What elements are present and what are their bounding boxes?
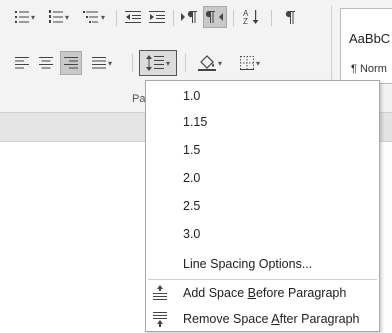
toolbar-divider [132,54,133,72]
align-right-icon [64,57,78,69]
option-label: 3.0 [183,227,201,241]
sort-button[interactable]: AZ [240,6,264,28]
line-spacing-option-2-5[interactable]: 2.5 [146,193,379,219]
style-sample: AaBbC [349,31,391,46]
svg-text:Z: Z [243,17,248,25]
borders-icon [239,56,254,70]
shading-button[interactable]: ▾ [192,52,228,74]
ltr-paragraph-button[interactable] [178,6,202,28]
paragraph-group-label: Pa [132,93,146,105]
option-label: 1.0 [183,89,201,103]
add-space-before-icon [152,285,168,301]
line-spacing-option-1-0[interactable]: 1.0 [146,83,379,109]
add-before-label-pre: Add Space [183,286,248,300]
add-before-label-post: efore Paragraph [255,286,347,300]
increase-indent-button[interactable] [146,6,168,28]
show-formatting-marks-icon [284,10,296,24]
add-before-accesskey: B [247,286,256,300]
styles-gallery[interactable]: AaBbC ¶ Norm [340,8,392,84]
remove-after-label-pre: Remove Space [183,312,272,326]
toolbar-divider [271,10,272,26]
line-spacing-option-2-0[interactable]: 2.0 [146,165,379,191]
option-label: 1.15 [183,115,208,129]
toolbar-divider [233,10,234,26]
align-center-icon [39,57,53,69]
decrease-indent-icon [125,10,141,24]
show-formatting-marks-button[interactable] [278,6,302,28]
option-label: Line Spacing Options... [183,257,313,271]
increase-indent-icon [149,10,165,24]
line-spacing-menu: 1.0 1.15 1.5 2.0 2.5 3.0 Line Spacing Op… [145,80,380,332]
remove-space-after-paragraph-item[interactable]: Remove Space After Paragraph [146,306,379,332]
borders-button[interactable]: ▾ [232,52,268,74]
bullets-button[interactable]: ▾ [10,6,40,28]
shading-icon [197,55,216,71]
remove-after-label-post: fter Paragraph [279,312,360,326]
add-space-before-paragraph-item[interactable]: Add Space Before Paragraph [146,280,379,306]
multilevel-list-icon [82,10,99,24]
style-normal-label: ¶ Norm [351,63,387,75]
align-center-button[interactable] [36,52,56,74]
option-label: 2.0 [183,171,201,185]
rtl-paragraph-button[interactable] [203,6,227,28]
numbering-button[interactable]: ▾ [44,6,74,28]
align-right-button[interactable] [60,51,82,75]
chevron-down-icon: ▾ [217,58,222,68]
decrease-indent-button[interactable] [122,6,144,28]
align-left-icon [15,57,29,69]
chevron-down-icon: ▾ [255,58,260,68]
line-spacing-options-item[interactable]: Line Spacing Options... [146,251,379,277]
numbering-icon [48,10,63,24]
remove-space-after-icon [152,311,168,327]
option-label: 2.5 [183,199,201,213]
line-spacing-icon [145,55,164,71]
chevron-down-icon: ▾ [100,12,105,22]
chevron-down-icon: ▾ [107,58,112,68]
ltr-paragraph-icon [181,10,199,24]
justify-button[interactable]: ▾ [86,52,118,74]
chevron-down-icon: ▾ [165,58,170,68]
chevron-down-icon: ▾ [30,12,35,22]
line-spacing-button[interactable]: ▾ [139,50,177,76]
multilevel-list-button[interactable]: ▾ [78,6,110,28]
option-label: 1.5 [183,143,201,157]
toolbar-divider [116,10,117,26]
line-spacing-option-3-0[interactable]: 3.0 [146,221,379,247]
line-spacing-option-1-5[interactable]: 1.5 [146,137,379,163]
remove-after-accesskey: A [271,312,280,326]
chevron-down-icon: ▾ [64,12,69,22]
rtl-paragraph-icon [206,10,224,24]
toolbar-divider [185,54,186,72]
sort-icon: AZ [243,9,261,25]
justify-icon [91,57,106,69]
line-spacing-option-1-15[interactable]: 1.15 [146,109,379,135]
align-left-button[interactable] [12,52,32,74]
bullets-icon [14,10,29,24]
toolbar-divider [173,10,174,26]
